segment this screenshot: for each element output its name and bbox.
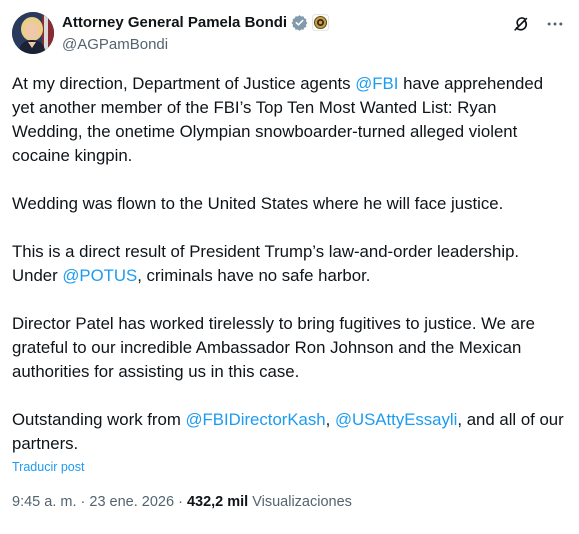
mention-link[interactable]: @FBIDirectorKash: [185, 410, 325, 429]
views-label: Visualizaciones: [248, 494, 352, 510]
tweet-text-segment: Outstanding work from: [12, 410, 186, 429]
tweet-paragraph: Director Patel has worked tirelessly to …: [12, 312, 568, 384]
tweet-card: Attorney General Pamela Bondi @AGPamBond…: [0, 0, 579, 534]
mention-link[interactable]: @POTUS: [62, 266, 137, 285]
tweet-text: At my direction, Department of Justice a…: [12, 72, 568, 456]
views-count: 432,2 mil: [186, 494, 249, 510]
tweet-text-segment: ,: [325, 410, 335, 429]
doj-seal-icon[interactable]: [312, 14, 329, 31]
profile-photo-icon: [12, 12, 54, 54]
author-name[interactable]: Attorney General Pamela Bondi: [62, 14, 287, 31]
mention-link[interactable]: @USAttyEssayli: [335, 410, 457, 429]
verified-badge-icon[interactable]: [291, 14, 308, 31]
tweet-actions: [511, 14, 565, 34]
tweet-time[interactable]: 9:45 a. m.: [12, 494, 76, 510]
tweet-meta: 9:45 a. m. · 23 ene. 2026 · 432,2 mil Vi…: [12, 494, 352, 510]
author-handle[interactable]: @AGPamBondi: [62, 36, 168, 53]
tweet-text-segment: , criminals have no safe harbor.: [137, 266, 371, 285]
tweet-date[interactable]: 23 ene. 2026: [89, 494, 174, 510]
tweet-text-segment: Wedding was flown to the United States w…: [12, 194, 504, 213]
tweet-paragraph: This is a direct result of President Tru…: [12, 240, 568, 288]
tweet-text-segment: At my direction, Department of Justice a…: [12, 74, 356, 93]
tweet-paragraph: Outstanding work from @FBIDirectorKash, …: [12, 408, 568, 456]
mention-link[interactable]: @FBI: [355, 74, 398, 93]
meta-separator: ·: [76, 494, 90, 510]
grok-icon[interactable]: [511, 14, 531, 34]
more-options-icon[interactable]: [545, 14, 565, 34]
meta-separator: ·: [174, 494, 187, 510]
author-name-row: Attorney General Pamela Bondi: [62, 14, 329, 31]
tweet-text-segment: Director Patel has worked tirelessly to …: [12, 314, 535, 381]
tweet-paragraph: At my direction, Department of Justice a…: [12, 72, 568, 168]
tweet-paragraph: Wedding was flown to the United States w…: [12, 192, 568, 216]
translate-post-link[interactable]: Traducir post: [12, 460, 84, 474]
avatar[interactable]: [12, 12, 54, 54]
